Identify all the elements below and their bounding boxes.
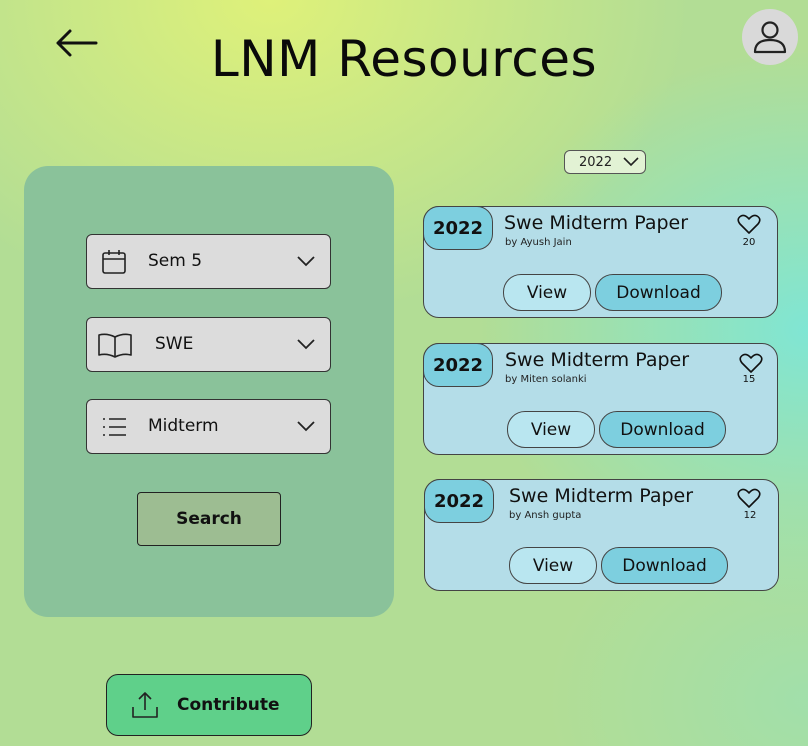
result-card: 2022 Swe Midterm Paper by Miten solanki … [423,343,778,455]
like-count: 12 [743,510,757,521]
like-button[interactable] [737,352,765,374]
semester-dropdown[interactable]: Sem 5 [86,234,331,289]
subject-value: SWE [155,334,194,354]
contribute-label: Contribute [177,695,280,715]
paper-author: by Ayush Jain [505,237,572,248]
paper-title: Swe Midterm Paper [509,485,694,507]
result-card: 2022 Swe Midterm Paper by Ansh gupta 12 … [424,479,779,591]
year-badge: 2022 [423,343,493,387]
subject-dropdown[interactable]: SWE [86,317,331,372]
view-button[interactable]: View [507,411,595,448]
heart-icon [737,214,761,234]
view-button[interactable]: View [503,274,591,311]
semester-value: Sem 5 [148,251,203,271]
exam-type-value: Midterm [148,416,219,436]
download-button[interactable]: Download [601,547,728,584]
paper-title: Swe Midterm Paper [504,212,689,234]
year-badge: 2022 [424,479,494,523]
chevron-down-icon [296,251,316,271]
heart-icon [739,353,763,373]
like-count: 20 [742,237,756,248]
result-card: 2022 Swe Midterm Paper by Ayush Jain 20 … [423,206,778,318]
list-icon [99,412,129,442]
page-title: LNM Resources [210,30,598,88]
chevron-down-icon [296,334,316,354]
filter-panel: Sem 5 SWE Midterm Search [24,166,394,617]
user-icon [753,21,787,54]
search-button[interactable]: Search [137,492,281,546]
avatar[interactable] [742,9,798,65]
year-badge: 2022 [423,206,493,250]
heart-icon [737,488,761,508]
view-button[interactable]: View [509,547,597,584]
paper-author: by Ansh gupta [509,510,582,521]
chevron-down-icon [296,416,316,436]
year-filter-dropdown[interactable]: 2022 [564,150,646,174]
like-count: 15 [742,374,756,385]
paper-title: Swe Midterm Paper [505,349,690,371]
year-filter-value: 2022 [579,155,613,170]
contribute-button[interactable]: Contribute [106,674,312,736]
calendar-icon [99,247,129,277]
chevron-down-icon [623,154,639,170]
download-button[interactable]: Download [599,411,726,448]
like-button[interactable] [735,213,763,235]
book-icon [97,330,133,360]
download-button[interactable]: Download [595,274,722,311]
upload-icon [129,689,161,721]
exam-type-dropdown[interactable]: Midterm [86,399,331,454]
like-button[interactable] [735,487,763,509]
paper-author: by Miten solanki [505,374,587,385]
